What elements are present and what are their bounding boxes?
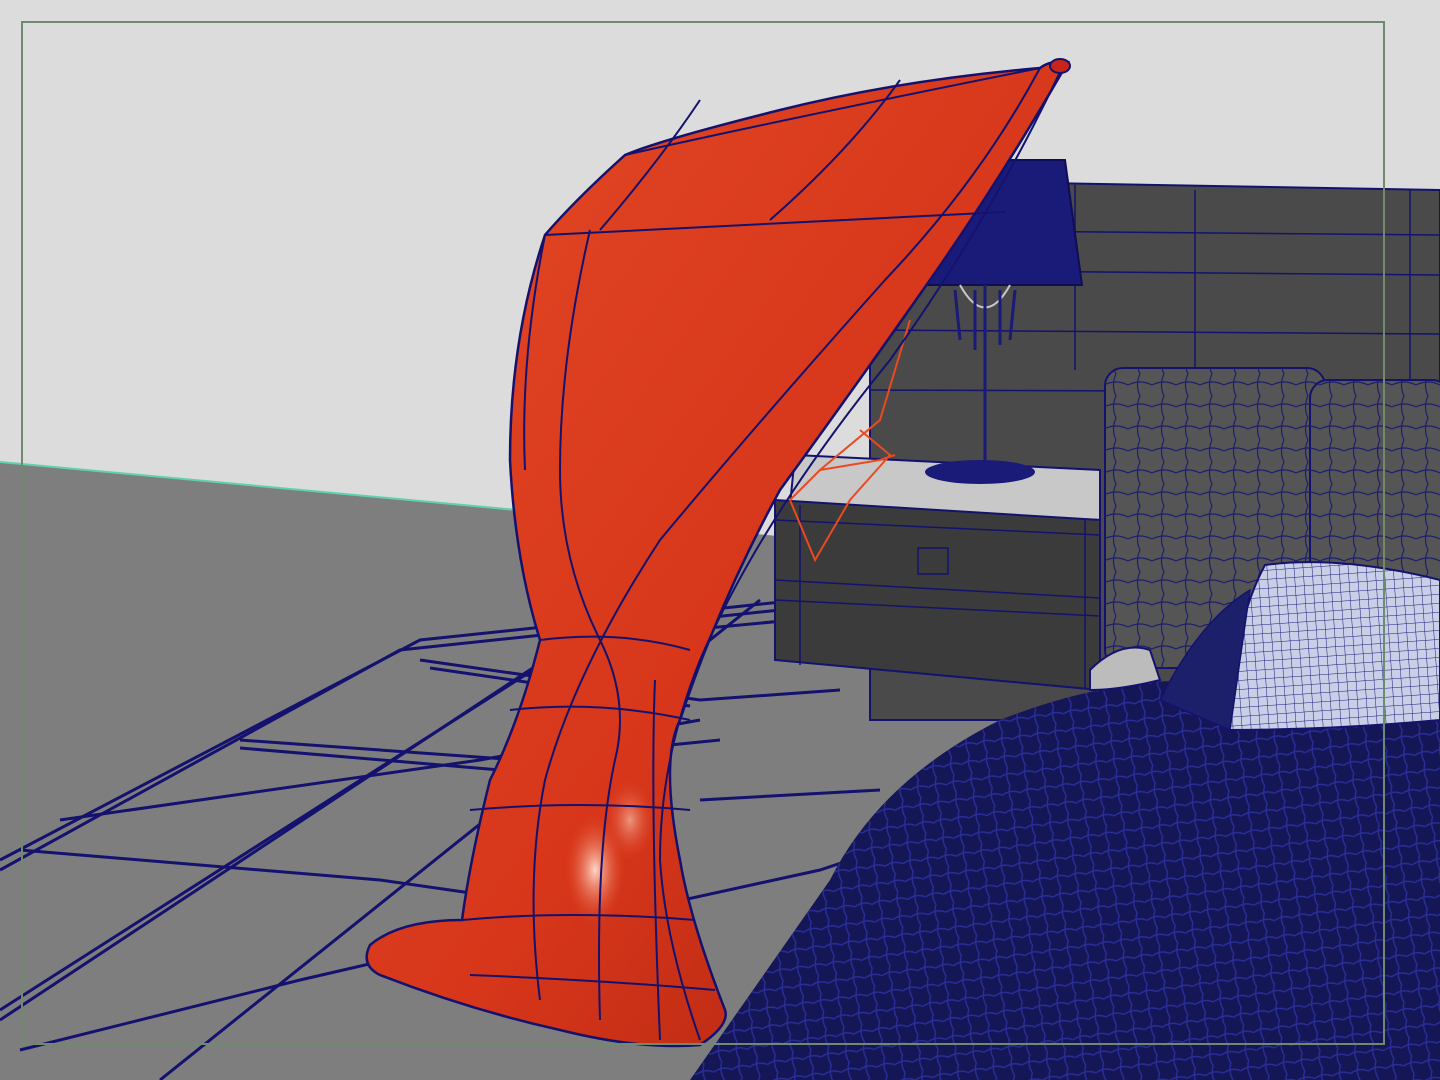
scene-render[interactable] <box>0 0 1440 1080</box>
nightstand[interactable] <box>774 453 1101 692</box>
viewport-3d[interactable] <box>0 0 1440 1080</box>
